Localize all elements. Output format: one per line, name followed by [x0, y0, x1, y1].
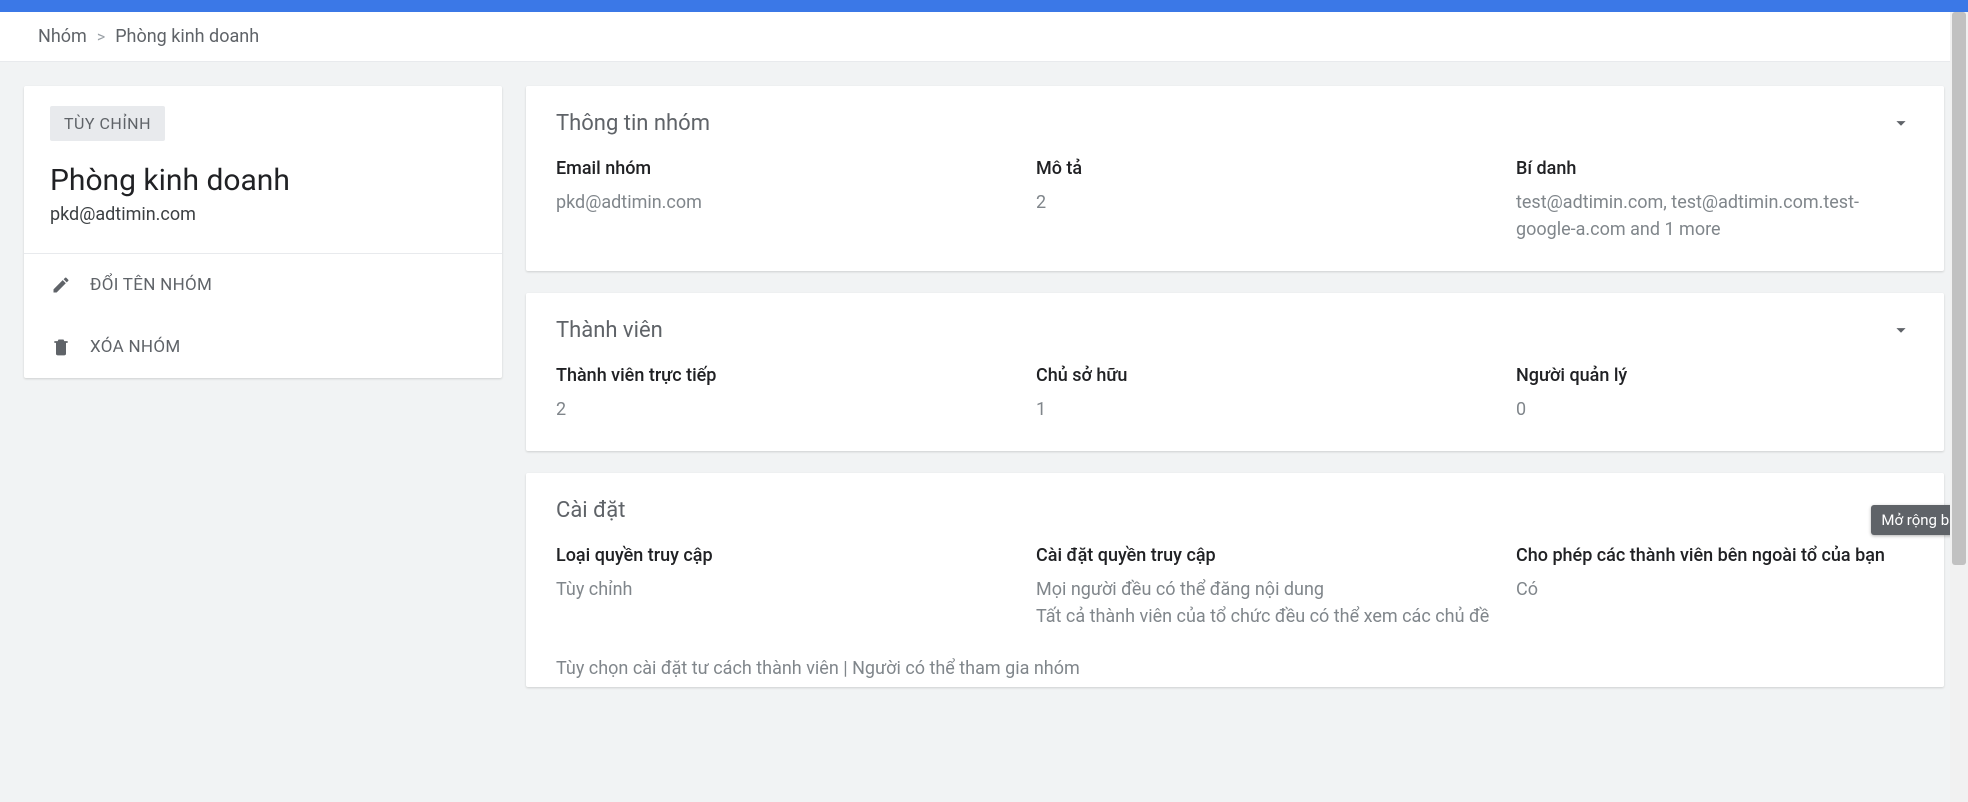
field-label: Mô tả [1036, 158, 1506, 179]
group-email: pkd@adtimin.com [50, 204, 502, 225]
rename-group-button[interactable]: ĐỔI TÊN NHÓM [24, 254, 502, 316]
panel-title-members: Thành viên [556, 318, 663, 343]
chevron-down-icon[interactable] [1888, 317, 1914, 343]
field-direct-members: Thành viên trực tiếp 2 [556, 365, 1026, 423]
panel-group-info[interactable]: Thông tin nhóm Email nhóm pkd@adtimin.co… [526, 86, 1944, 271]
field-label: Email nhóm [556, 158, 1026, 179]
field-value: 1 [1036, 396, 1506, 423]
panels-column: Thông tin nhóm Email nhóm pkd@adtimin.co… [526, 86, 1944, 778]
field-label: Loại quyền truy cập [556, 545, 1026, 566]
group-summary-card: TÙY CHỈNH Phòng kinh doanh pkd@adtimin.c… [24, 86, 502, 378]
field-access-type: Loại quyền truy cập Tùy chỉnh [556, 545, 1026, 630]
field-label: Cho phép các thành viên bên ngoài tổ của… [1516, 545, 1914, 566]
panel-title-info: Thông tin nhóm [556, 111, 710, 136]
delete-group-button[interactable]: XÓA NHÓM [24, 316, 502, 378]
group-title: Phòng kinh doanh [50, 163, 502, 198]
field-managers: Người quản lý 0 [1516, 365, 1914, 423]
custom-badge: TÙY CHỈNH [50, 106, 165, 141]
field-value: Mọi người đều có thể đăng nội dung Tất c… [1036, 576, 1506, 630]
panel-header-members: Thành viên [556, 317, 1914, 343]
field-owners: Chủ sở hữu 1 [1036, 365, 1506, 423]
field-label: Chủ sở hữu [1036, 365, 1506, 386]
main-content: TÙY CHỈNH Phòng kinh doanh pkd@adtimin.c… [0, 62, 1968, 802]
breadcrumb: Nhóm > Phòng kinh doanh [0, 12, 1968, 62]
field-value: 2 [1036, 189, 1506, 216]
delete-group-label: XÓA NHÓM [90, 337, 180, 357]
field-value: test@adtimin.com, test@adtimin.com.test-… [1516, 189, 1914, 243]
field-description: Mô tả 2 [1036, 158, 1506, 243]
breadcrumb-root[interactable]: Nhóm [38, 26, 87, 47]
settings-fields: Loại quyền truy cập Tùy chỉnh Cài đặt qu… [556, 545, 1914, 630]
field-label: Bí danh [1516, 158, 1914, 179]
field-value: 2 [556, 396, 1026, 423]
info-fields: Email nhóm pkd@adtimin.com Mô tả 2 Bí da… [556, 158, 1914, 243]
members-fields: Thành viên trực tiếp 2 Chủ sở hữu 1 Ngườ… [556, 365, 1914, 423]
field-label: Cài đặt quyền truy cập [1036, 545, 1506, 566]
chevron-down-icon[interactable] [1888, 110, 1914, 136]
field-value: 0 [1516, 396, 1914, 423]
panel-header-info: Thông tin nhóm [556, 110, 1914, 136]
field-group-email: Email nhóm pkd@adtimin.com [556, 158, 1026, 243]
panel-settings[interactable]: Cài đặt Mở rộng bảng Loại quyền truy cập… [526, 473, 1944, 687]
field-value: pkd@adtimin.com [556, 189, 1026, 216]
panel-header-settings: Cài đặt [556, 497, 1914, 523]
field-aliases: Bí danh test@adtimin.com, test@adtimin.c… [1516, 158, 1914, 243]
breadcrumb-current: Phòng kinh doanh [115, 26, 259, 47]
panel-title-settings: Cài đặt [556, 498, 625, 523]
trash-icon [50, 336, 72, 358]
top-blue-bar [0, 0, 1968, 12]
rename-group-label: ĐỔI TÊN NHÓM [90, 275, 212, 295]
scrollbar-thumb[interactable] [1952, 12, 1966, 565]
breadcrumb-separator: > [97, 27, 105, 46]
field-label: Người quản lý [1516, 365, 1914, 386]
vertical-scrollbar[interactable] [1950, 12, 1968, 802]
pencil-icon [50, 274, 72, 296]
field-value: Có [1516, 576, 1914, 603]
field-value: Tùy chỉnh [556, 576, 1026, 603]
field-access-settings: Cài đặt quyền truy cập Mọi người đều có … [1036, 545, 1506, 630]
field-external-members: Cho phép các thành viên bên ngoài tổ của… [1516, 545, 1914, 630]
field-label: Thành viên trực tiếp [556, 365, 1026, 386]
panel-members[interactable]: Thành viên Thành viên trực tiếp 2 Chủ sở… [526, 293, 1944, 451]
settings-footer-text: Tùy chọn cài đặt tư cách thành viên | Ng… [556, 658, 1914, 679]
